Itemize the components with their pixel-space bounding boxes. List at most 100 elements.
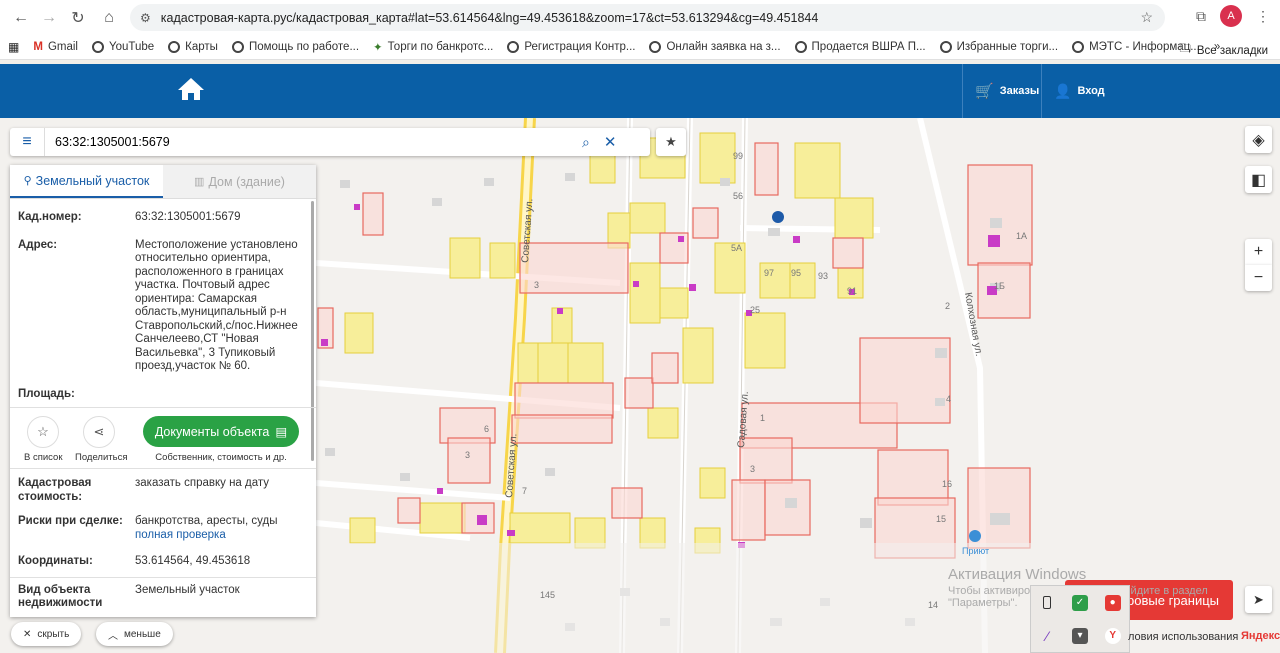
cad-number-row: Кад.номер: 63:32:1305001:5679 [10, 211, 316, 225]
cad-number-label: Кад.номер: [18, 211, 82, 223]
house-number: 16 [942, 479, 952, 489]
document-icon: ▤ [275, 425, 288, 439]
menu-icon[interactable]: ≡ [10, 133, 44, 151]
minus-icon: − [1253, 269, 1264, 286]
full-check-link[interactable]: полная проверка [135, 529, 226, 541]
forward-icon[interactable]: → [34, 3, 64, 33]
layers-button[interactable]: ◈ [1245, 126, 1272, 153]
bookmark-item[interactable]: Продается ВШРА П... [794, 41, 926, 53]
house-number: 6 [484, 424, 489, 434]
url-text: кадастровая-карта.рус/кадастровая_карта#… [160, 10, 819, 25]
star-outline-icon: ☆ [37, 424, 49, 439]
terms-of-use-link[interactable]: ловия использования [1128, 631, 1238, 643]
less-button[interactable]: ︿ меньше [96, 622, 173, 646]
star-icon: ★ [665, 134, 677, 149]
globe-icon [231, 41, 244, 53]
house-number: 5А [731, 243, 742, 253]
share-button[interactable]: ⋖ [83, 416, 115, 448]
building-icon: ▥ [194, 176, 205, 188]
tab-land-plot[interactable]: ⚲ Земельный участок [10, 165, 163, 198]
coords-row: Координаты: 53.614564, 49.453618 [10, 555, 316, 578]
cad-number-value[interactable]: 63:32:1305001:5679 [135, 211, 241, 225]
orders-button[interactable]: 🛒 Заказы [962, 64, 1051, 118]
browser-toolbar: ← → ↻ ⌂ ⚙ кадастровая-карта.рус/кадастро… [0, 0, 1280, 35]
add-to-list-button[interactable]: ☆ [27, 416, 59, 448]
address-row: Адрес: Местоположение установлено относи… [10, 239, 316, 374]
search-input[interactable] [44, 128, 574, 156]
address-label: Адрес: [18, 238, 58, 251]
house-number: 7 [522, 486, 527, 496]
avatar[interactable]: A [1220, 5, 1242, 27]
object-type-value: Земельный участок [135, 583, 240, 596]
login-button[interactable]: 👤 Вход [1041, 64, 1117, 118]
square-icon: ◧ [1250, 171, 1267, 189]
device-icon[interactable] [1043, 596, 1052, 609]
bookmark-star-icon[interactable]: ☆ [1140, 9, 1153, 26]
object-info-panel: ⚲ Земельный участок ▥ Дом (здание) Кад.н… [10, 165, 316, 617]
bookmark-item[interactable]: Онлайн заявка на з... [649, 41, 781, 53]
menu-icon[interactable]: ⋮ [1256, 8, 1270, 25]
cart-icon: 🛒 [975, 83, 994, 100]
home-icon[interactable]: ⌂ [94, 3, 124, 33]
all-bookmarks[interactable]: 🗀 Все закладки [1179, 41, 1268, 60]
gmail-icon: M [33, 41, 43, 53]
video-icon[interactable]: ● [1104, 594, 1121, 611]
bookmark-item[interactable]: Избранные торги... [939, 41, 1058, 53]
globe-icon [91, 41, 104, 53]
apps-icon[interactable]: ▦ [8, 40, 19, 54]
zoom-in-button[interactable]: + [1245, 239, 1272, 265]
bookmark-item[interactable]: Регистрация Контр... [507, 41, 635, 53]
yandex-browser-icon[interactable]: Y [1104, 627, 1121, 644]
site-header: 🛒 Заказы 👤 Вход [0, 64, 1280, 118]
folder-icon: 🗀 [1179, 43, 1191, 55]
house-number: 91 [847, 286, 857, 296]
cad-cost-label: Кадастровая стоимость: [18, 477, 92, 503]
favorites-button[interactable]: ★ [656, 128, 686, 156]
extensions-icon[interactable]: ⧉ [1196, 8, 1206, 25]
hide-panel-button[interactable]: ✕ скрыть [11, 622, 82, 646]
bookmark-item[interactable]: M Gmail [33, 41, 78, 53]
site-info-icon[interactable]: ⚙ [140, 11, 151, 25]
pen-icon[interactable]: ⁄ [1039, 628, 1055, 644]
close-icon[interactable]: ✕ [604, 133, 617, 151]
house-number: 93 [818, 271, 828, 281]
home-icon[interactable] [176, 76, 206, 102]
risks-value: банкротства, аресты, суды [135, 515, 278, 527]
documents-button[interactable]: Документы объекта ▤ [143, 416, 299, 447]
area-label: Площадь: [18, 387, 75, 400]
chevron-up-icon: ︿ [108, 630, 118, 642]
house-number: 25 [750, 305, 760, 315]
yandex-logo[interactable]: Яндекс [1241, 630, 1280, 642]
zoom-out-button[interactable]: − [1245, 265, 1272, 291]
address-bar[interactable]: ⚙ кадастровая-карта.рус/кадастровая_карт… [130, 4, 1165, 31]
map-pin-icon: ⚲ [23, 175, 32, 187]
system-tray-popup: ✓ ● ⁄ ▾ Y [1030, 585, 1130, 653]
globe-icon [649, 41, 662, 53]
mail-icon[interactable]: ▾ [1071, 627, 1088, 644]
hammer-icon: ✦ [373, 42, 383, 54]
bookmark-item[interactable]: Помощь по работе... [231, 41, 359, 53]
house-number: 99 [733, 151, 743, 161]
address-value: Местоположение установлено относительно … [135, 238, 298, 373]
house-number: 3 [534, 280, 539, 290]
risks-row: Риски при сделке: банкротства, аресты, с… [10, 515, 316, 542]
bookmark-item[interactable]: ✦ Торги по банкротс... [373, 40, 493, 54]
bookmark-item[interactable]: Карты [168, 41, 218, 53]
search-icon[interactable]: ⌕ [582, 134, 590, 151]
user-icon: 👤 [1054, 82, 1072, 99]
map-type-button[interactable]: ◧ [1245, 166, 1272, 193]
reload-icon[interactable]: ↻ [63, 3, 93, 33]
bookmarks-bar: ▦ M Gmail YouTube Карты Помощь по работе.… [0, 35, 1280, 60]
house-number: 1 [760, 413, 765, 423]
cadastral-search: ≡ ⌕ ✕ [10, 128, 650, 156]
back-icon[interactable]: ← [6, 3, 36, 33]
tab-building[interactable]: ▥ Дом (здание) [163, 165, 316, 198]
bookmark-item[interactable]: YouTube [91, 41, 154, 53]
globe-icon [1072, 41, 1085, 53]
house-number: 3 [750, 464, 755, 474]
shield-icon[interactable]: ✓ [1071, 594, 1088, 611]
share-icon: ⋖ [93, 424, 105, 439]
globe-icon [794, 41, 807, 53]
house-number: 95 [791, 268, 801, 278]
order-certificate-link[interactable]: заказать справку на дату [135, 477, 269, 504]
